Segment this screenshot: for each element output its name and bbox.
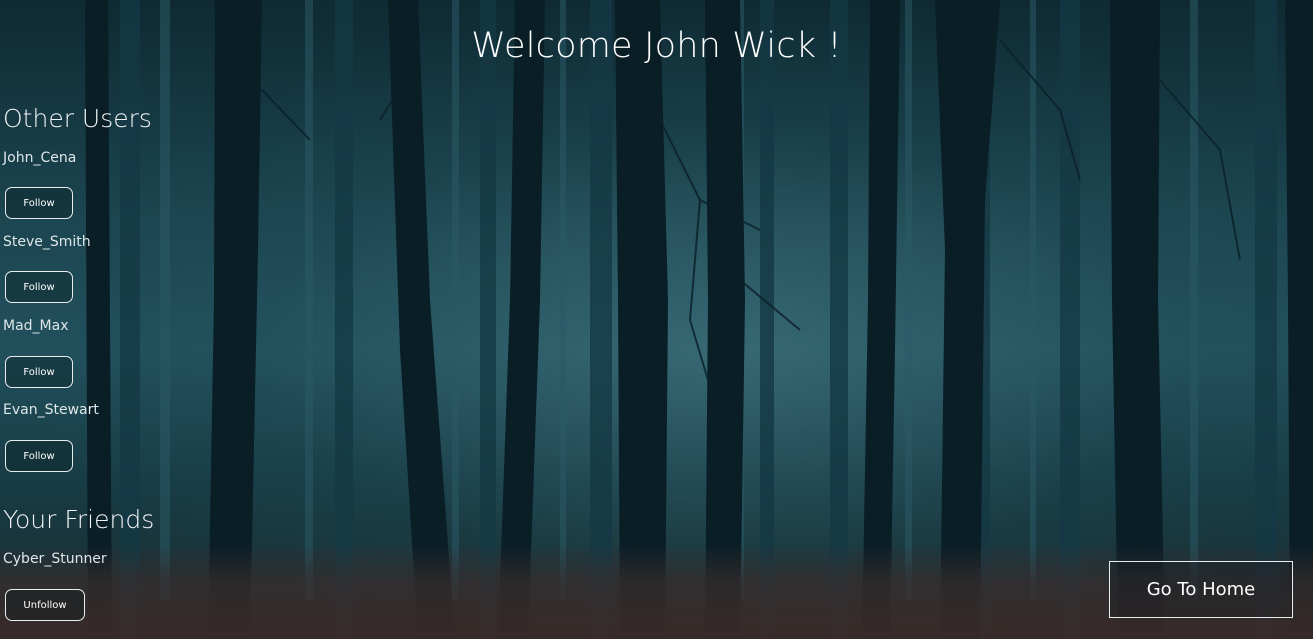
unfollow-button-cyber-stunner[interactable]: Unfollow [5, 589, 85, 621]
page: Welcome John Wick ! Other Users John_Cen… [0, 0, 1313, 639]
user-name-steve-smith: Steve_Smith [3, 234, 91, 250]
page-title: Welcome John Wick ! [471, 26, 842, 66]
follow-button-mad-max[interactable]: Follow [5, 356, 73, 388]
user-name-evan-stewart: Evan_Stewart [3, 402, 99, 418]
follow-button-evan-stewart[interactable]: Follow [5, 440, 73, 472]
user-name-john-cena: John_Cena [3, 150, 77, 166]
follow-button-john-cena[interactable]: Follow [5, 187, 73, 219]
friend-name-cyber-stunner: Cyber_Stunner [3, 551, 107, 567]
your-friends-heading: Your Friends [3, 505, 155, 534]
go-to-home-button[interactable]: Go To Home [1109, 561, 1293, 618]
user-name-mad-max: Mad_Max [3, 318, 69, 334]
other-users-heading: Other Users [3, 104, 152, 133]
follow-button-steve-smith[interactable]: Follow [5, 271, 73, 303]
